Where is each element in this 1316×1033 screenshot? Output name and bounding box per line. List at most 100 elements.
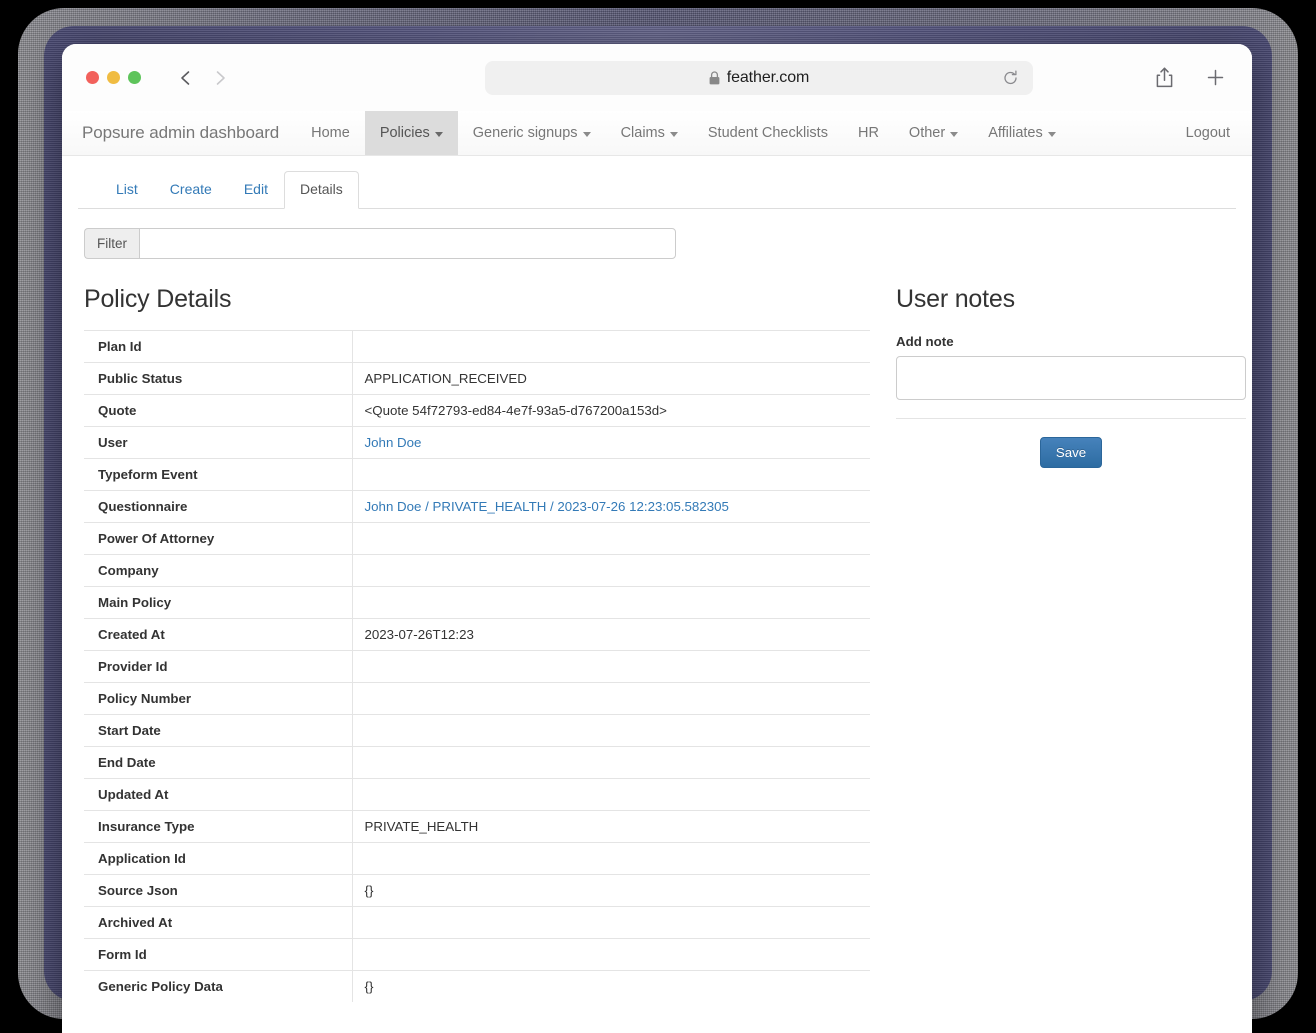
- nav-item-affiliates[interactable]: Affiliates: [973, 111, 1071, 155]
- nav-item-policies[interactable]: Policies: [364, 111, 458, 155]
- row-label: Updated At: [84, 778, 353, 811]
- nav-item-hr[interactable]: HR: [843, 111, 894, 155]
- table-row: End Date: [84, 746, 870, 779]
- filter-group: Filter: [84, 227, 676, 259]
- table-row: Typeform Event: [84, 458, 870, 491]
- row-value: [352, 554, 870, 586]
- nav-item-claims[interactable]: Claims: [606, 111, 693, 155]
- table-row: Policy Number: [84, 682, 870, 715]
- table-row: Power Of Attorney: [84, 522, 870, 555]
- nav-item-label: Student Checklists: [707, 125, 828, 141]
- row-label: Questionnaire: [84, 490, 353, 523]
- chevron-down-icon: [950, 131, 959, 137]
- row-value: [352, 522, 870, 554]
- nav-item-label: Affiliates: [988, 125, 1043, 141]
- policy-details-column: Policy Details Plan Id Public Status APPLI…: [84, 285, 870, 1002]
- filter-label: Filter: [84, 227, 139, 259]
- table-row: Start Date: [84, 714, 870, 747]
- brand-title[interactable]: Popsure admin dashboard: [78, 111, 296, 155]
- nav-item-home[interactable]: Home: [296, 111, 365, 155]
- nav-item-label: Claims: [620, 125, 665, 141]
- add-note-label: Add note: [896, 333, 954, 349]
- table-row: Main Policy: [84, 586, 870, 619]
- nav-item-other[interactable]: Other: [894, 111, 973, 155]
- nav-item-label: HR: [857, 125, 879, 141]
- toolbar-actions: [1154, 66, 1226, 89]
- sub-tabs: List Create Edit Details: [78, 156, 1236, 209]
- row-value: {}: [364, 978, 374, 994]
- table-row: Form Id: [84, 938, 870, 971]
- user-notes-title: User notes: [896, 284, 1015, 313]
- row-value: [352, 330, 870, 362]
- row-label: Plan Id: [84, 330, 353, 363]
- row-label: Company: [84, 554, 353, 587]
- user-notes-column: User notes Add note Save: [896, 285, 1246, 1002]
- url-text: feather.com: [726, 68, 810, 86]
- row-label: Archived At: [84, 906, 353, 939]
- row-value: [352, 586, 870, 618]
- policy-details-table-body: Plan Id Public Status APPLICATION_RECEIVED…: [84, 330, 870, 1002]
- nav-item-label: Home: [311, 125, 350, 141]
- chevron-down-icon: [582, 131, 591, 137]
- new-tab-button[interactable]: [1205, 66, 1226, 89]
- row-label: Power Of Attorney: [84, 522, 353, 555]
- policy-details-table: Plan Id Public Status APPLICATION_RECEIVED…: [84, 330, 870, 1002]
- table-row: Source Json {}: [84, 874, 870, 907]
- row-label: Application Id: [84, 842, 353, 875]
- tab-list[interactable]: List: [100, 171, 154, 209]
- nav-item-student-checklists[interactable]: Student Checklists: [693, 111, 843, 155]
- forward-button[interactable]: [211, 69, 229, 87]
- tab-details[interactable]: Details: [283, 171, 359, 209]
- page-title: Policy Details: [84, 284, 232, 313]
- row-value: [352, 682, 870, 714]
- minimize-window-button[interactable]: [107, 71, 120, 84]
- close-window-button[interactable]: [86, 71, 99, 84]
- tab-create[interactable]: Create: [154, 171, 228, 209]
- row-value: [352, 746, 870, 778]
- table-row: Archived At: [84, 906, 870, 939]
- row-label: Insurance Type: [84, 810, 353, 843]
- row-label: Generic Policy Data: [84, 970, 353, 1002]
- chevron-down-icon: [434, 131, 443, 137]
- nav-item-label: Generic signups: [472, 125, 578, 141]
- logout-link[interactable]: Logout: [1186, 111, 1252, 155]
- table-row: Generic Policy Data {}: [84, 970, 870, 1002]
- save-button-wrapper: Save: [896, 436, 1246, 468]
- row-value-link[interactable]: John Doe: [365, 435, 422, 450]
- app-navbar: Popsure admin dashboard Home Policies Ge…: [62, 111, 1252, 156]
- window-controls: [86, 71, 141, 84]
- table-row: Application Id: [84, 842, 870, 875]
- add-note-textarea[interactable]: [896, 355, 1246, 400]
- share-button[interactable]: [1154, 66, 1175, 89]
- main-area: Policy Details Plan Id Public Status APPLI…: [62, 285, 1252, 1002]
- table-row: Insurance Type PRIVATE_HEALTH: [84, 810, 870, 843]
- notes-divider: [896, 417, 1246, 419]
- table-row: Provider Id: [84, 650, 870, 683]
- address-bar[interactable]: feather.com: [485, 60, 1033, 95]
- back-button[interactable]: [177, 69, 195, 87]
- nav-item-label: Other: [908, 125, 946, 141]
- row-label: Form Id: [84, 938, 353, 971]
- row-value[interactable]: John Doe: [352, 426, 870, 458]
- save-button[interactable]: Save: [1039, 436, 1103, 468]
- reload-icon[interactable]: [1002, 69, 1019, 86]
- row-value[interactable]: John Doe / PRIVATE_HEALTH / 2023-07-26 1…: [352, 490, 870, 522]
- row-value: [352, 938, 870, 970]
- row-value: [352, 714, 870, 746]
- lock-icon: [709, 70, 720, 84]
- row-label: Quote: [84, 394, 353, 427]
- share-icon: [1156, 67, 1173, 88]
- filter-input[interactable]: [139, 227, 676, 259]
- nav-item-generic-signups[interactable]: Generic signups: [458, 111, 606, 155]
- navigation-arrows: [177, 69, 229, 87]
- row-value-link[interactable]: John Doe / PRIVATE_HEALTH / 2023-07-26 1…: [365, 499, 729, 514]
- table-row: User John Doe: [84, 426, 870, 459]
- row-value: <Quote 54f72793-ed84-4e7f-93a5-d767200a1…: [364, 402, 667, 418]
- table-row: Quote <Quote 54f72793-ed84-4e7f-93a5-d767…: [84, 394, 870, 427]
- maximize-window-button[interactable]: [128, 71, 141, 84]
- table-row: Company: [84, 554, 870, 587]
- chevron-down-icon: [1047, 131, 1056, 137]
- plus-icon: [1207, 69, 1224, 86]
- row-value: [352, 458, 870, 490]
- tab-edit[interactable]: Edit: [228, 171, 284, 209]
